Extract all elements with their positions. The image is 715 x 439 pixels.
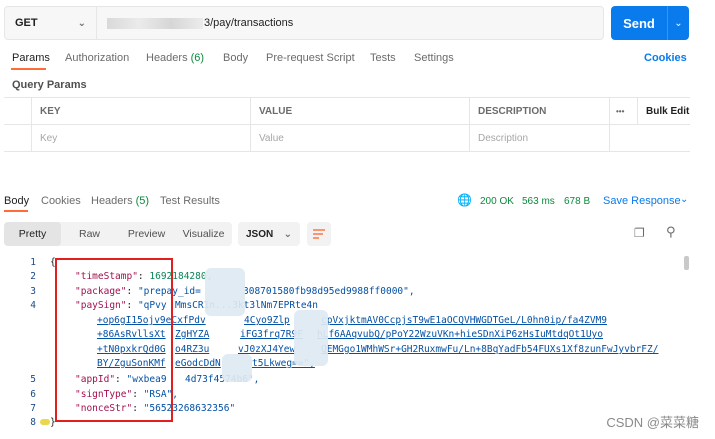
chevron-down-icon[interactable]: ⌄ [668,18,689,29]
response-headers-label: Headers [91,195,133,207]
request-tabs: Params [12,52,50,64]
key-input[interactable]: Key [32,125,251,151]
chevron-down-icon[interactable]: ⌄ [680,194,688,205]
query-params-title: Query Params [12,79,87,91]
line-number: 4 [30,300,36,311]
tab-settings[interactable]: Settings [414,52,454,64]
view-mode-visualize[interactable]: Visualize [175,222,232,246]
tab-tests[interactable]: Tests [370,52,396,64]
response-tab-headers[interactable]: Headers (5) [91,195,149,207]
paysign-line3-mid: ZgHYZA [175,329,210,340]
chevron-down-icon: ⌄ [77,17,86,29]
paysign-line4-tail: QEMGgo1WMhWSr+GH2RuxmwFu/Ln+8BqYadFb54FU… [321,344,659,355]
more-options-icon[interactable]: ••• [610,98,638,124]
line-number: 6 [30,389,36,400]
response-tab-test-results[interactable]: Test Results [160,195,220,207]
line-number: 7 [30,403,36,414]
row-actions-cell [610,125,690,151]
column-key: KEY [32,98,251,124]
redacted-host [107,17,203,29]
url-text: 3/pay/transactions [204,17,294,29]
paysign-line2-mid: 4Cyo9Zlp [244,315,290,326]
globe-icon: 🌐 [457,193,472,207]
watermark: CSDN @菜菜糖 [606,415,699,430]
search-icon[interactable]: ⚲ [666,224,676,240]
response-size: 678 B [564,196,591,207]
view-mode-pretty[interactable]: Pretty [4,222,61,246]
line-number: 3 [30,286,36,297]
request-bar: GET ⌄ 3/pay/transactions [4,6,604,40]
value-input[interactable]: Value [251,125,470,151]
save-response-button[interactable]: Save Response [603,195,681,207]
tab-body[interactable]: Body [223,52,248,64]
package-value-tail: 308701580fb98d95ed9988ff0000", [243,286,415,297]
wrap-lines-button[interactable] [307,222,331,246]
redaction-blur [205,268,245,316]
response-active-indicator [4,210,28,212]
redaction-blur [222,354,252,382]
wrap-lines-icon [313,229,325,239]
paysign-line3-tail: hLf6AAqvubQ/pPoY22WzuVKn+hieSDnXiP6zHsIu… [317,329,603,340]
paysign-line2-tail: cpVxjktmAV0CcpjsT9wE1aOCQVHWGDTGeL/L0hn0… [321,315,607,326]
bulk-edit-button[interactable]: Bulk Edit [638,98,690,124]
table-row: Key Value Description [4,125,690,152]
format-select[interactable]: JSON ⌄ [238,222,300,246]
send-label: Send [623,15,655,31]
paysign-line4-mid: o4RZ3u [175,344,210,355]
url-input[interactable]: 3/pay/transactions [97,17,603,29]
table-header-row: KEY VALUE DESCRIPTION ••• Bulk Edit [4,98,690,125]
cookies-link[interactable]: Cookies [644,52,687,64]
response-tab-body[interactable]: Body [4,195,29,207]
send-button[interactable]: Send ⌄ [611,6,689,40]
format-label: JSON [246,228,274,240]
highlight-box [55,258,173,422]
params-table: KEY VALUE DESCRIPTION ••• Bulk Edit Key … [4,97,690,152]
line-number: 2 [30,271,36,282]
checkbox-column [4,98,32,124]
bracket-highlight [40,419,50,425]
chevron-down-icon: ⌄ [283,228,292,240]
tab-pre-request-script[interactable]: Pre-request Script [266,52,355,64]
view-mode-toolbar: Pretty Raw Preview Visualize [4,222,232,246]
tab-authorization[interactable]: Authorization [65,52,129,64]
tab-headers-label: Headers [146,52,188,64]
column-value: VALUE [251,98,470,124]
row-checkbox[interactable] [4,125,32,151]
line-number: 1 [30,257,36,268]
active-tab-indicator [11,68,46,70]
copy-icon[interactable]: ❐ [634,226,645,240]
redaction-blur [294,310,328,366]
response-time: 563 ms [522,196,555,207]
paysign-line1-tail: MmsCR1n...3kt3lNm7EPRte4n [175,300,318,311]
response-headers-count: (5) [135,195,150,207]
paysign-line5-mid: eGodcDdN [175,358,221,369]
line-number: 5 [30,374,36,385]
tab-headers-count: (6) [190,52,205,64]
method-select[interactable]: GET ⌄ [5,7,97,39]
description-input[interactable]: Description [470,125,610,151]
tab-params[interactable]: Params [12,52,50,64]
response-tab-cookies[interactable]: Cookies [41,195,81,207]
view-mode-raw[interactable]: Raw [61,222,118,246]
status-badge: 200 OK [480,196,514,207]
line-number: 8 [30,417,36,428]
column-description: DESCRIPTION [470,98,610,124]
method-label: GET [15,17,38,29]
view-mode-preview[interactable]: Preview [118,222,175,246]
scrollbar[interactable] [684,256,689,270]
tab-headers[interactable]: Headers (6) [146,52,204,64]
